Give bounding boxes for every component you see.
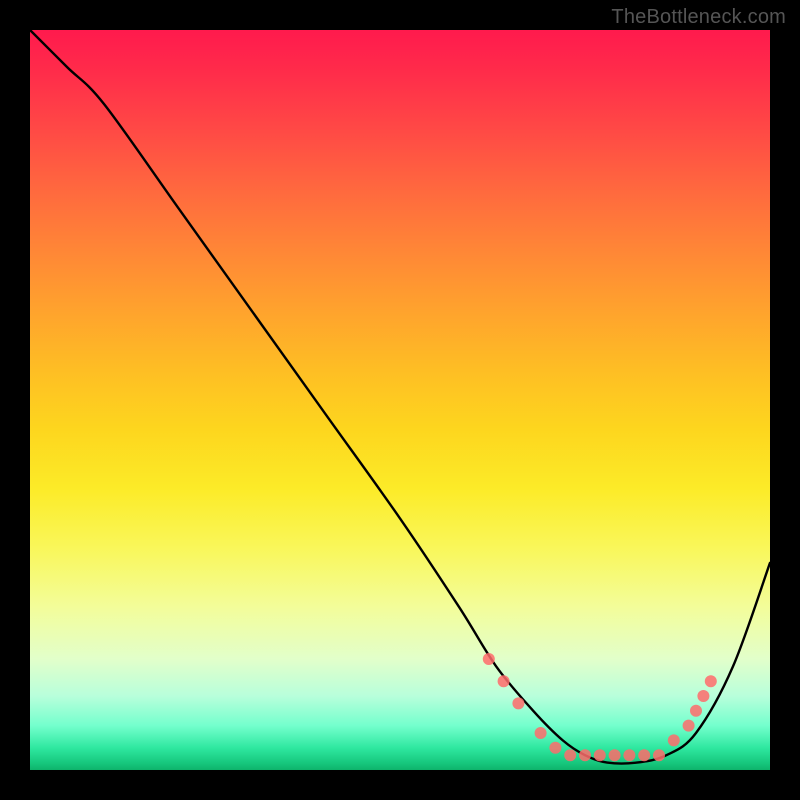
curve-svg — [30, 30, 770, 770]
highlight-point — [483, 653, 495, 665]
highlight-point — [594, 749, 606, 761]
highlight-point — [697, 690, 709, 702]
highlight-point — [638, 749, 650, 761]
highlight-point — [683, 720, 695, 732]
highlight-point — [512, 697, 524, 709]
highlight-point — [609, 749, 621, 761]
highlight-point — [623, 749, 635, 761]
watermark-text: TheBottleneck.com — [611, 6, 786, 29]
highlight-point — [549, 742, 561, 754]
highlight-point — [668, 734, 680, 746]
highlight-point — [498, 675, 510, 687]
highlight-point — [705, 675, 717, 687]
highlight-point — [690, 705, 702, 717]
highlight-point — [579, 749, 591, 761]
highlight-point — [653, 749, 665, 761]
highlight-point — [564, 749, 576, 761]
chart-frame: TheBottleneck.com — [0, 0, 800, 800]
highlight-points — [483, 653, 717, 761]
highlight-point — [535, 727, 547, 739]
bottleneck-curve — [30, 30, 770, 764]
plot-area — [30, 30, 770, 770]
